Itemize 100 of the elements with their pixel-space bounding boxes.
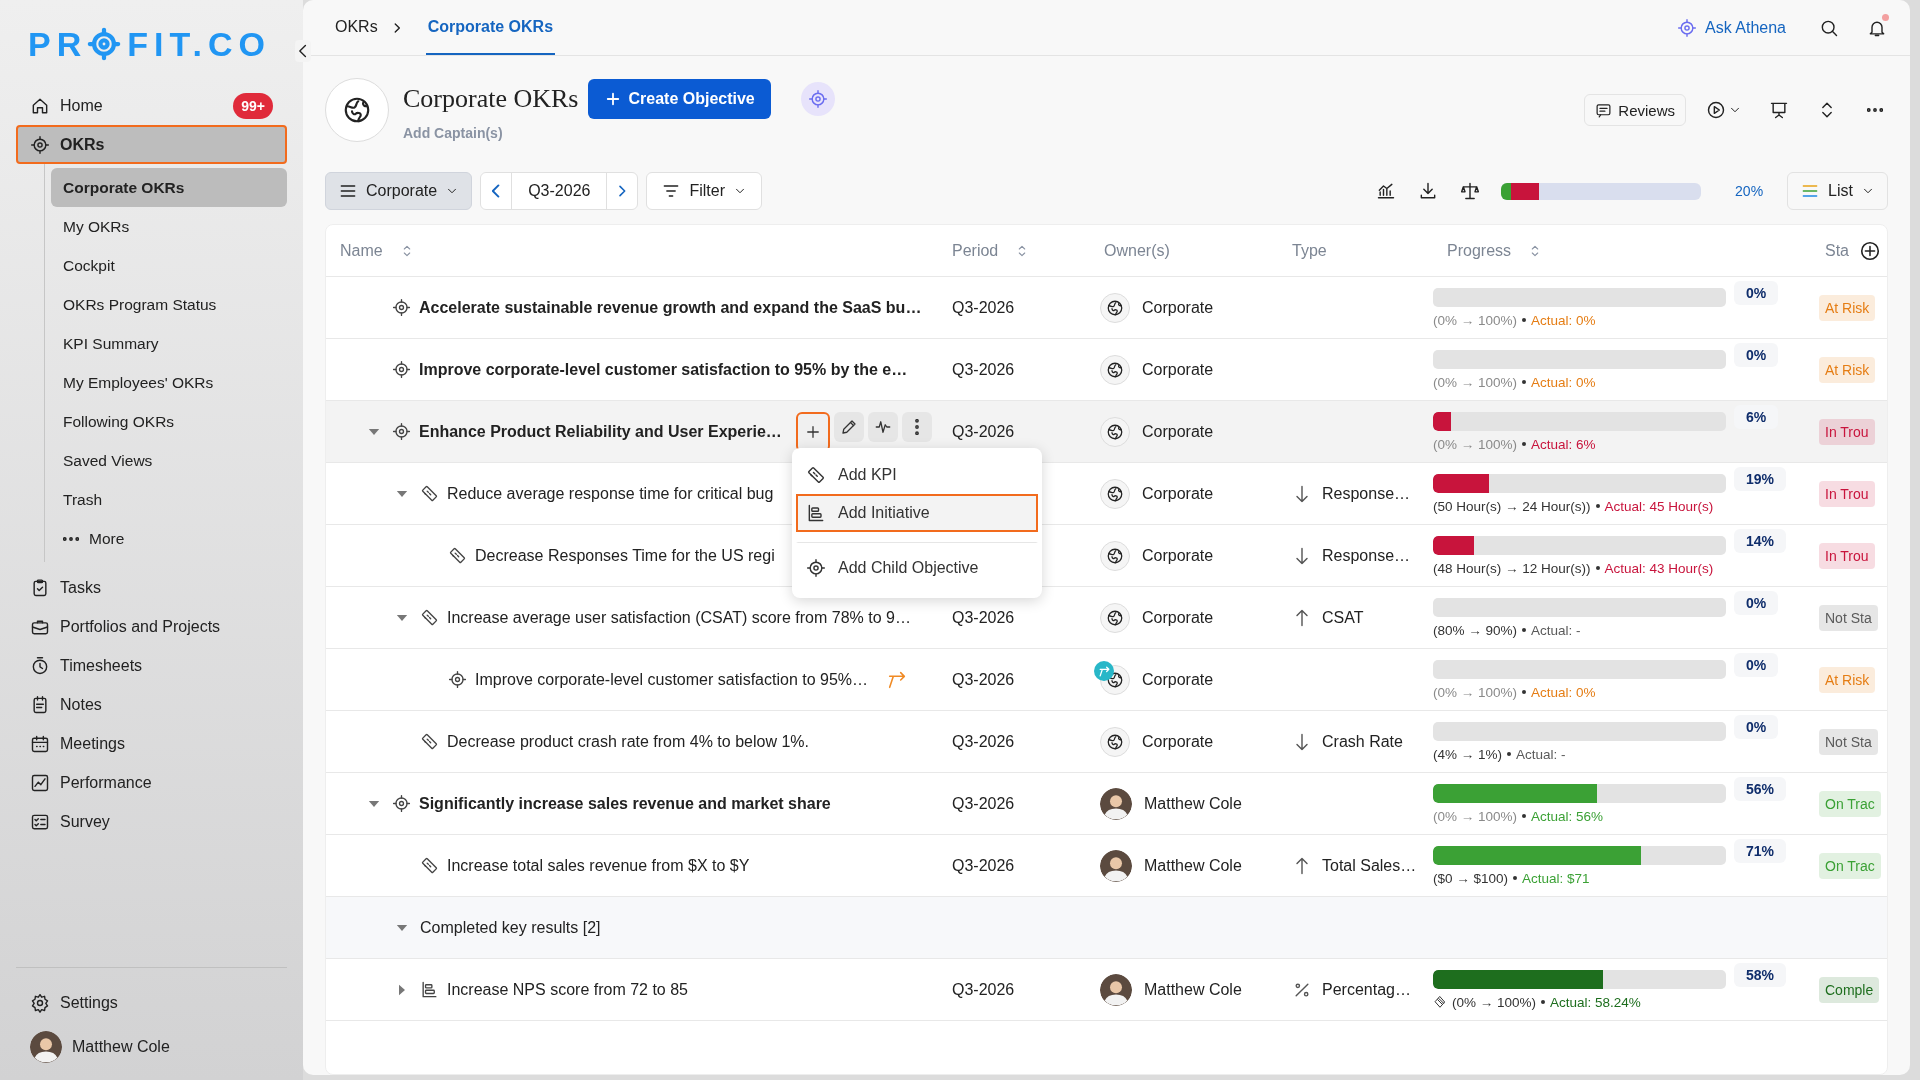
user-avatar	[30, 1031, 62, 1063]
target-icon	[448, 670, 467, 689]
create-objective-button[interactable]: Create Objective	[588, 79, 771, 119]
collapse-toggle[interactable]	[368, 427, 380, 436]
reviews-button[interactable]: Reviews	[1584, 94, 1686, 126]
column-header: Owner(s)	[1104, 241, 1170, 260]
item-name[interactable]: Reduce average response time for critical bug	[447, 484, 774, 503]
progress-percent: 0%	[1734, 715, 1779, 739]
nav-subitem[interactable]: OKRs Program Status	[51, 285, 287, 324]
nav-subitem[interactable]: More	[51, 519, 287, 558]
nav-item[interactable]: Settings	[16, 982, 287, 1024]
nav-subitem[interactable]: Following OKRs	[51, 402, 287, 441]
menu-item[interactable]: Add KPI	[796, 456, 1038, 494]
item-name[interactable]: Decrease Responses Time for the US regi	[475, 546, 775, 565]
nav-item[interactable]: Survey	[16, 802, 287, 841]
item-name[interactable]: Increase total sales revenue from $X to $Y	[447, 856, 750, 875]
menu-item[interactable]: Add Initiative	[796, 494, 1038, 532]
nav-item[interactable]: Performance	[16, 763, 287, 802]
more-button[interactable]	[901, 411, 932, 442]
actual-value: Actual: 0%	[1531, 374, 1596, 390]
settings-icon	[30, 993, 50, 1013]
actual-value: Actual: 6%	[1531, 436, 1596, 452]
ruler-icon	[420, 856, 439, 875]
assistant-button[interactable]	[800, 82, 835, 116]
metric-type: Response…	[1322, 546, 1411, 565]
range-text: (0% → 100%)	[1433, 436, 1518, 452]
breadcrumb-link[interactable]: Corporate OKRs	[425, 0, 556, 55]
column-header: Type	[1292, 241, 1327, 260]
target-icon	[30, 134, 50, 155]
status-tag: In Trou	[1819, 480, 1875, 507]
owner-name: Corporate	[1142, 484, 1214, 503]
ruler-icon	[420, 732, 439, 751]
status-tag: In Trou	[1819, 542, 1875, 569]
status-tag: At Risk	[1819, 666, 1876, 693]
period-value[interactable]: Q3-2026	[511, 173, 608, 209]
collapse-button[interactable]	[295, 40, 311, 62]
nav-item[interactable]: Meetings	[16, 724, 287, 763]
item-name[interactable]: Enhance Product Reliability and User Experie…	[419, 422, 782, 441]
more-icon	[63, 536, 79, 541]
group-label: Completed key results [2]	[420, 918, 601, 937]
globe-icon	[1106, 670, 1124, 689]
nav-item[interactable]: Home 99+	[16, 86, 287, 125]
collapse-toggle[interactable]	[396, 613, 408, 622]
nav-subitem[interactable]: My OKRs	[51, 207, 287, 246]
nav-item[interactable]: Matthew Cole	[16, 1026, 287, 1068]
period-text: Q3-2026	[952, 856, 1015, 875]
actual-value: Actual: $71	[1522, 870, 1590, 886]
line-chart-icon	[30, 772, 50, 793]
range-text: (0% → 100%)	[1433, 312, 1518, 328]
add-icon	[1859, 239, 1881, 262]
collapse-toggle[interactable]	[396, 489, 408, 498]
item-name[interactable]: Significantly increase sales revenue and market share	[419, 794, 831, 813]
add-column-button[interactable]	[1859, 239, 1881, 262]
period-text: Q3-2026	[952, 608, 1015, 627]
item-name[interactable]: Improve corporate-level customer satisfaction to 95%…	[475, 670, 869, 689]
target-icon	[87, 27, 122, 61]
nav-subitem[interactable]: My Employees' OKRs	[51, 363, 287, 402]
item-name[interactable]: Improve corporate-level customer satisfaction to 95% by the e…	[419, 360, 908, 379]
column-header: Sta	[1825, 241, 1849, 260]
logo: PR FIT.CO	[27, 24, 271, 64]
nav-subitem[interactable]: KPI Summary	[51, 324, 287, 363]
nav-subitem[interactable]: Corporate OKRs	[51, 168, 287, 207]
filter-button[interactable]: Filter	[646, 172, 762, 210]
item-name[interactable]: Accelerate sustainable revenue growth and expand the SaaS bu…	[419, 298, 922, 317]
nav-subitem[interactable]: Trash	[51, 480, 287, 519]
edit-button[interactable]	[833, 411, 864, 442]
owner-name: Matthew Cole	[1144, 794, 1242, 813]
nav-item[interactable]: Notes	[16, 685, 287, 724]
scope-dropdown[interactable]: Corporate	[325, 172, 473, 210]
item-name[interactable]: Increase average user satisfaction (CSAT) score from 78% to 9…	[447, 608, 911, 627]
range-text: (80% → 90%)	[1433, 622, 1518, 638]
view-dropdown[interactable]: List	[1787, 172, 1888, 210]
item-name[interactable]: Decrease product crash rate from 4% to below 1%.	[447, 732, 809, 751]
globe-icon	[1106, 298, 1124, 317]
nav-subitem[interactable]: Saved Views	[51, 441, 287, 480]
globe-icon	[1106, 422, 1124, 441]
collapse-toggle[interactable]	[368, 799, 380, 808]
collapse-toggle[interactable]	[396, 923, 408, 932]
nav-subitem[interactable]: Cockpit	[51, 246, 287, 285]
assistant-button[interactable]: Ask Athena	[1677, 17, 1786, 38]
nav-item[interactable]: Portfolios and Projects	[16, 607, 287, 646]
target-icon	[807, 89, 828, 109]
progress-percent: 6%	[1734, 405, 1779, 429]
menu-item[interactable]: Add Child Objective	[796, 542, 1038, 590]
column-header: Name	[340, 241, 383, 260]
metric-type: Response…	[1322, 484, 1411, 503]
item-name[interactable]: Increase NPS score from 72 to 85	[447, 980, 688, 999]
progress-update-button[interactable]	[867, 411, 898, 442]
nav-item[interactable]: Tasks	[16, 568, 287, 607]
nav-item[interactable]: Timesheets	[16, 646, 287, 685]
chevron-left-icon	[299, 44, 307, 58]
range-text: (0% → 100%)	[1452, 994, 1537, 1010]
nav-item[interactable]: OKRs	[16, 125, 287, 164]
actual-value: Actual: 0%	[1531, 684, 1596, 700]
breadcrumb-link[interactable]: OKRs	[333, 0, 380, 55]
period-text: Q3-2026	[952, 360, 1015, 379]
progress-percent: 58%	[1734, 963, 1787, 987]
globe-icon	[342, 95, 372, 125]
target-icon	[806, 557, 826, 578]
expand-toggle[interactable]	[398, 983, 406, 996]
